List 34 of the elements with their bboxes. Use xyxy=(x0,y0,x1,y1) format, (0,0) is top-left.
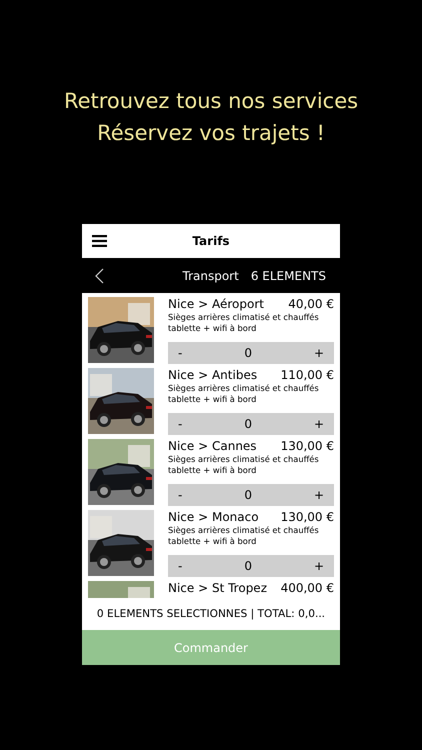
page-title: Tarifs xyxy=(192,234,230,248)
quantity: 0 xyxy=(243,488,253,502)
route-name: Nice > St Tropez xyxy=(168,581,267,595)
price: 130,00 € xyxy=(280,510,334,524)
headline: Réservez vos trajets ! xyxy=(97,120,325,146)
price: 110,00 € xyxy=(280,368,334,382)
selection-summary: 0 ELEMENTS SELECTIONNES | TOTAL: 0,0... xyxy=(96,608,326,620)
description: Sièges arrières climatisé et chauffés tablette + wifi à bord xyxy=(168,312,320,335)
description: Sièges arrières climatisé et chauffés tablette + wifi à bord xyxy=(168,454,320,477)
price: 130,00 € xyxy=(280,439,334,453)
price: 400,00 € xyxy=(280,581,334,595)
minus-button[interactable]: - xyxy=(168,413,192,435)
description: Sièges arrières climatisé et chauffés tablette + wifi à bord xyxy=(168,383,320,406)
route-name: Nice > Cannes xyxy=(168,439,257,453)
plus-button[interactable]: + xyxy=(304,342,334,364)
quantity: 0 xyxy=(243,559,253,573)
description: Sièges arrières climatisé et chauffés tablette + wifi à bord xyxy=(168,525,320,548)
element-count: 6 ELEMENTS xyxy=(250,268,326,282)
route-name: Nice > Monaco xyxy=(168,510,259,524)
route-name: Nice > Antibes xyxy=(168,368,258,382)
plus-button[interactable]: + xyxy=(304,484,334,506)
plus-button[interactable]: + xyxy=(304,555,334,577)
headline: Retrouvez tous nos services xyxy=(64,88,358,114)
minus-button[interactable]: - xyxy=(168,342,192,364)
route-name: Nice > Aéroport xyxy=(168,297,264,311)
minus-button[interactable]: - xyxy=(168,555,192,577)
back-icon[interactable] xyxy=(95,268,104,284)
quantity: 0 xyxy=(243,346,253,360)
quantity: 0 xyxy=(243,417,253,431)
minus-button[interactable]: - xyxy=(168,484,192,506)
menu-icon[interactable] xyxy=(92,235,107,247)
plus-button[interactable]: + xyxy=(304,413,334,435)
category-label: Transport xyxy=(182,268,239,282)
price: 40,00 € xyxy=(288,297,334,311)
